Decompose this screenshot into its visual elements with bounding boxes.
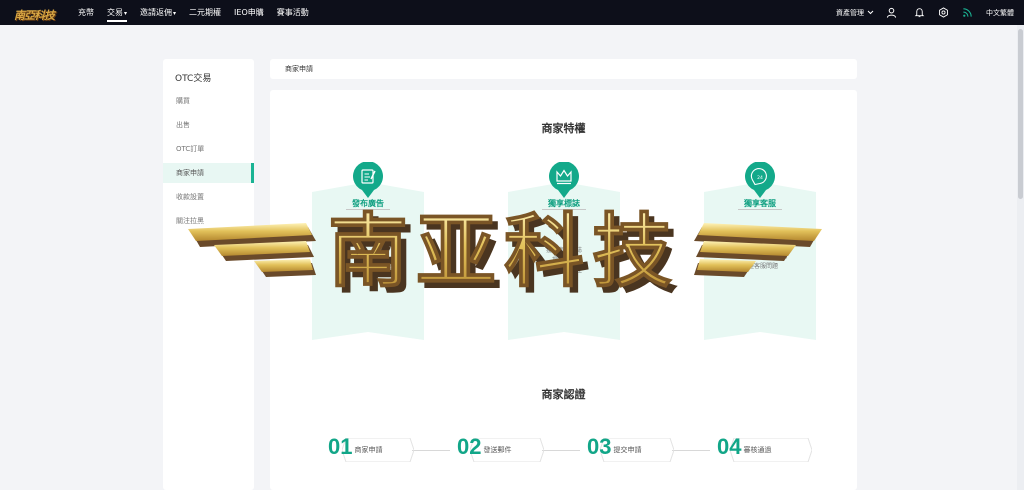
card-divider <box>738 209 782 210</box>
step-label: 發送郵件 <box>483 445 512 454</box>
nav-item-invite[interactable]: 邀請返佣▾ <box>140 0 176 25</box>
sidebar-item-merchant-application[interactable]: 商家申請 <box>163 163 254 183</box>
logo-text: 南亞科技 <box>14 8 55 22</box>
card-title: 獨享標誌 <box>548 199 580 208</box>
bell-icon[interactable] <box>912 6 926 20</box>
step-submit-application: 03 提交申請 <box>587 430 641 464</box>
asset-management-menu[interactable]: 資產管理 <box>836 8 864 18</box>
rss-icon[interactable] <box>960 6 974 20</box>
step-connector <box>672 450 710 451</box>
logo[interactable]: 南亞科技 <box>14 4 58 22</box>
scrollbar-thumb[interactable] <box>1018 29 1023 199</box>
nav-right: 資產管理 中文繁體 <box>836 0 1014 25</box>
caret-down-icon: ▾ <box>124 10 128 17</box>
card-description: 商家專屬客服24小時 處理客服問題 <box>710 252 810 272</box>
card-desc-line: 買賣數字貨幣更加便捷 <box>337 263 398 270</box>
card-desc-line: 增加交易信任 <box>545 267 582 274</box>
nav-menu: 充幣 交易▾ 邀請返佣▾ 二元期權 IEO申購 賽事活動 <box>78 0 322 25</box>
nav-item-events[interactable]: 賽事活動 <box>277 0 309 25</box>
certification-title: 商家認證 <box>541 388 586 401</box>
step-connector <box>542 450 580 451</box>
sidebar-item-label: 關注拉黑 <box>176 217 204 225</box>
nav-item-deposit[interactable]: 充幣 <box>78 0 94 25</box>
nav-item-ieo[interactable]: IEO申購 <box>234 0 264 25</box>
chevron-down-icon <box>867 10 874 15</box>
caret-down-icon: ▾ <box>173 10 177 17</box>
nav-item-label: 賽事活動 <box>276 8 309 17</box>
card-divider <box>346 209 390 210</box>
sidebar-item-label: OTC訂單 <box>176 145 205 153</box>
breadcrumb: 商家申請 <box>270 59 857 79</box>
nav-item-label: 充幣 <box>78 8 94 17</box>
sidebar-item-label: 商家申請 <box>176 169 204 177</box>
nav-item-label: 邀請返佣 <box>140 8 173 17</box>
document-icon <box>353 162 383 198</box>
nav-item-trade[interactable]: 交易▾ <box>107 0 128 25</box>
privilege-card: 24 獨享客服 商家專屬客服24小時 處理客服問題 <box>704 162 816 340</box>
card-desc-line: 處理客服問題 <box>741 263 778 270</box>
step-label: 提交申請 <box>613 445 642 454</box>
support-icon: 24 <box>745 162 775 198</box>
step-number: 02 <box>457 434 482 459</box>
sidebar-title: OTC交易 <box>175 74 212 84</box>
sidebar-item-label: 購買 <box>176 97 190 105</box>
main-panel: 商家特權 發布廣告 商家可發布廣告 買賣數字貨幣更加便捷 獨享標誌 獲得商家標誌… <box>270 90 857 490</box>
card-desc-line: 商家專屬客服24小時 <box>732 253 788 260</box>
top-nav: 南亞科技 充幣 交易▾ 邀請返佣▾ 二元期權 IEO申購 賽事活動 資產管理 中… <box>0 0 1024 25</box>
step-number: 01 <box>328 434 353 459</box>
card-desc-line: 獲得商家標誌 <box>545 247 582 254</box>
sidebar-item-buy[interactable]: 購買 <box>163 91 254 111</box>
sidebar-item-sell[interactable]: 出售 <box>163 115 254 135</box>
sidebar-item-payment-settings[interactable]: 收款設置 <box>163 187 254 207</box>
step-number: 03 <box>587 434 612 459</box>
privileges-title: 商家特權 <box>541 122 586 135</box>
sidebar-item-label: 收款設置 <box>176 193 204 201</box>
user-icon[interactable] <box>884 6 898 20</box>
page-scrollbar[interactable] <box>1017 25 1024 490</box>
sidebar-item-follow-block[interactable]: 關注拉黑 <box>163 211 254 231</box>
step-label: 審核通過 <box>743 445 772 454</box>
step-merchant-application: 01 商家申請 <box>328 430 382 464</box>
card-desc-line: 商家可發布廣告 <box>346 253 389 260</box>
sidebar-item-label: 出售 <box>176 121 190 129</box>
otc-sidebar: OTC交易 購買 出售 OTC訂單 商家申請 收款設置 關注拉黑 <box>163 59 254 490</box>
step-connector <box>412 450 450 451</box>
nav-item-label: IEO申購 <box>234 8 264 17</box>
card-description: 獲得商家標誌 提升形象 增加交易信任 <box>514 246 614 276</box>
card-divider <box>542 209 586 210</box>
card-desc-line: 提升形象 <box>551 257 576 264</box>
step-send-email: 02 發送郵件 <box>457 430 511 464</box>
crown-icon <box>549 162 579 198</box>
nav-item-binary-options[interactable]: 二元期權 <box>189 0 221 25</box>
card-description: 商家可發布廣告 買賣數字貨幣更加便捷 <box>318 252 418 272</box>
nav-item-label: 交易 <box>107 8 123 17</box>
card-title: 發布廣告 <box>352 199 384 208</box>
privilege-card: 發布廣告 商家可發布廣告 買賣數字貨幣更加便捷 <box>312 162 424 340</box>
step-number: 04 <box>717 434 742 459</box>
certification-steps: 01 商家申請 02 發送郵件 03 提交申請 04 審核通過 <box>270 430 857 464</box>
step-review-approved: 04 審核通過 <box>717 430 771 464</box>
language-selector[interactable]: 中文繁體 <box>986 8 1014 18</box>
nav-item-label: 二元期權 <box>189 8 222 17</box>
step-label: 商家申請 <box>354 445 383 454</box>
settings-icon[interactable] <box>936 6 950 20</box>
privilege-card: 獨享標誌 獲得商家標誌 提升形象 增加交易信任 <box>508 162 620 340</box>
card-title: 獨享客服 <box>744 199 776 208</box>
sidebar-item-otc-orders[interactable]: OTC訂單 <box>163 139 254 159</box>
svg-text:24: 24 <box>757 175 763 181</box>
